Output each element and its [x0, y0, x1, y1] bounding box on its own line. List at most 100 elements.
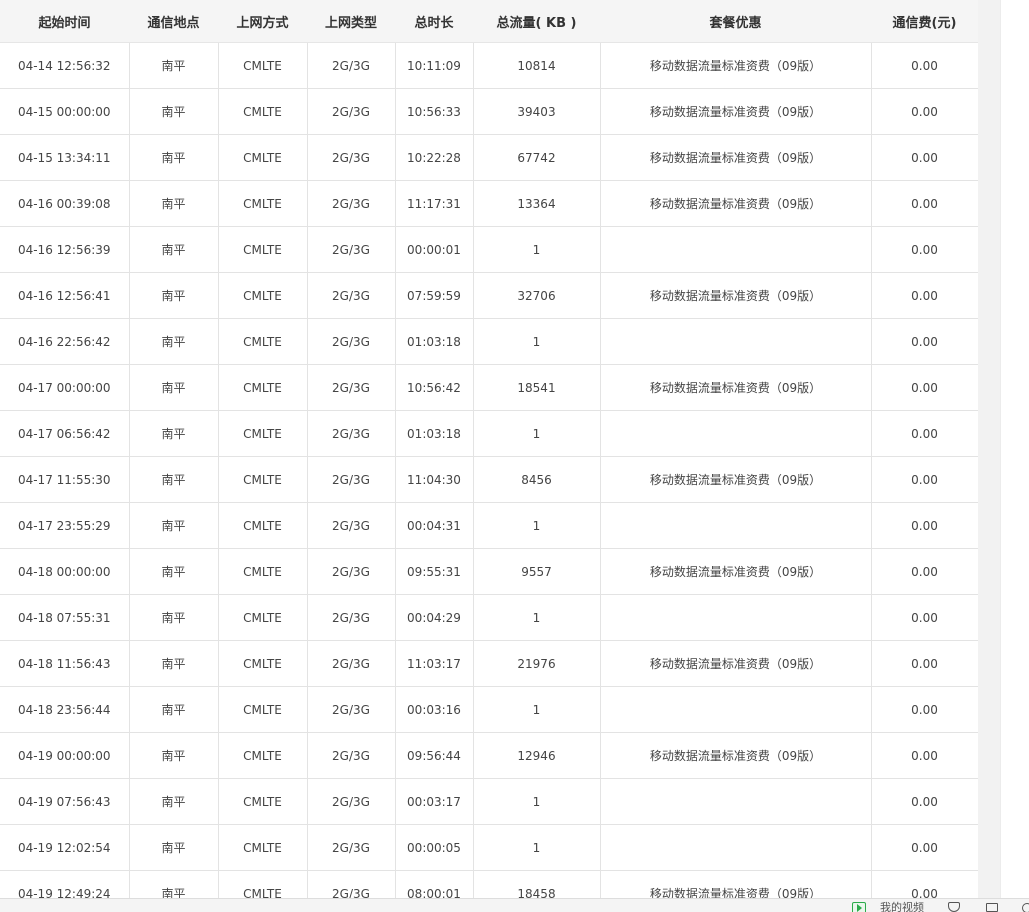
- cell-location: 南平: [128, 502, 218, 549]
- cell-total-traffic: 1: [472, 410, 600, 457]
- cell-network-type: 2G/3G: [306, 502, 395, 549]
- cell-duration: 00:04:29: [394, 594, 473, 641]
- cell-total-traffic: 18541: [472, 364, 600, 411]
- cell-total-traffic: 21976: [472, 640, 600, 687]
- cell-total-traffic: 1: [472, 686, 600, 733]
- cell-total-traffic: 1: [472, 778, 600, 825]
- cell-location: 南平: [128, 870, 218, 898]
- cell-package: [599, 226, 871, 273]
- cell-duration: 10:11:09: [394, 42, 473, 89]
- cell-package: 移动数据流量标准资费（09版）: [599, 180, 871, 227]
- cell-fee: 0.00: [870, 410, 978, 457]
- cell-location: 南平: [128, 456, 218, 503]
- cell-package: [599, 594, 871, 641]
- cell-package: [599, 502, 871, 549]
- table-row: 04-18 00:00:00 南平 CMLTE 2G/3G 09:55:31 9557 移动…: [0, 548, 978, 595]
- cell-package: 移动数据流量标准资费（09版）: [599, 870, 871, 898]
- side-gutter: [978, 0, 1000, 898]
- cell-location: 南平: [128, 778, 218, 825]
- my-videos-label[interactable]: 我的视频: [880, 901, 924, 912]
- col-header-network-type: 上网类型: [307, 0, 395, 43]
- cell-duration: 01:03:18: [394, 410, 473, 457]
- cell-fee: 0.00: [870, 548, 978, 595]
- cell-location: 南平: [128, 226, 218, 273]
- cell-access-mode: CMLTE: [217, 456, 307, 503]
- cell-access-mode: CMLTE: [217, 778, 307, 825]
- cell-location: 南平: [128, 42, 218, 89]
- cell-start-time: 04-17 00:00:00: [0, 364, 129, 411]
- cell-duration: 00:03:16: [394, 686, 473, 733]
- cell-network-type: 2G/3G: [306, 640, 395, 687]
- cell-location: 南平: [128, 594, 218, 641]
- cell-fee: 0.00: [870, 778, 978, 825]
- cell-start-time: 04-15 13:34:11: [0, 134, 129, 181]
- cell-fee: 0.00: [870, 88, 978, 135]
- cell-location: 南平: [128, 364, 218, 411]
- cell-duration: 11:04:30: [394, 456, 473, 503]
- cell-start-time: 04-18 11:56:43: [0, 640, 129, 687]
- cell-network-type: 2G/3G: [306, 594, 395, 641]
- cell-network-type: 2G/3G: [306, 824, 395, 871]
- cell-access-mode: CMLTE: [217, 502, 307, 549]
- cell-start-time: 04-18 00:00:00: [0, 548, 129, 595]
- cell-total-traffic: 1: [472, 594, 600, 641]
- cell-start-time: 04-19 12:02:54: [0, 824, 129, 871]
- page-scrollbar[interactable]: [1000, 0, 1029, 898]
- cell-network-type: 2G/3G: [306, 134, 395, 181]
- cell-access-mode: CMLTE: [217, 824, 307, 871]
- cell-fee: 0.00: [870, 180, 978, 227]
- table-row: 04-17 23:55:29 南平 CMLTE 2G/3G 00:04:31 1 0.00: [0, 502, 978, 549]
- cell-duration: 09:55:31: [394, 548, 473, 595]
- cell-network-type: 2G/3G: [306, 180, 395, 227]
- cell-start-time: 04-16 22:56:42: [0, 318, 129, 365]
- cell-fee: 0.00: [870, 502, 978, 549]
- cell-network-type: 2G/3G: [306, 778, 395, 825]
- cell-package: 移动数据流量标准资费（09版）: [599, 88, 871, 135]
- cell-network-type: 2G/3G: [306, 732, 395, 779]
- cell-start-time: 04-18 07:55:31: [0, 594, 129, 641]
- cell-total-traffic: 9557: [472, 548, 600, 595]
- cell-duration: 11:03:17: [394, 640, 473, 687]
- cell-duration: 08:00:01: [394, 870, 473, 898]
- cell-package: 移动数据流量标准资费（09版）: [599, 640, 871, 687]
- table-row: 04-15 00:00:00 南平 CMLTE 2G/3G 10:56:33 39403 移…: [0, 88, 978, 135]
- table-row: 04-16 12:56:41 南平 CMLTE 2G/3G 07:59:59 32706 移…: [0, 272, 978, 319]
- cell-fee: 0.00: [870, 870, 978, 898]
- table-row: 04-17 00:00:00 南平 CMLTE 2G/3G 10:56:42 18541 移…: [0, 364, 978, 411]
- cell-package: [599, 824, 871, 871]
- cell-start-time: 04-19 12:49:24: [0, 870, 129, 898]
- col-header-access-mode: 上网方式: [218, 0, 307, 43]
- table-row: 04-15 13:34:11 南平 CMLTE 2G/3G 10:22:28 67742 移…: [0, 134, 978, 181]
- cell-access-mode: CMLTE: [217, 134, 307, 181]
- cell-access-mode: CMLTE: [217, 640, 307, 687]
- cell-fee: 0.00: [870, 456, 978, 503]
- cell-network-type: 2G/3G: [306, 42, 395, 89]
- cell-location: 南平: [128, 410, 218, 457]
- cell-total-traffic: 8456: [472, 456, 600, 503]
- table-row: 04-19 00:00:00 南平 CMLTE 2G/3G 09:56:44 12946 移…: [0, 732, 978, 779]
- cell-access-mode: CMLTE: [217, 732, 307, 779]
- cell-access-mode: CMLTE: [217, 318, 307, 365]
- col-header-location: 通信地点: [129, 0, 218, 43]
- cell-network-type: 2G/3G: [306, 410, 395, 457]
- cell-network-type: 2G/3G: [306, 88, 395, 135]
- cell-network-type: 2G/3G: [306, 686, 395, 733]
- bill-table-container: 起始时间 通信地点 上网方式 上网类型 总时长 总流量( KB ) 套餐优惠 通…: [0, 0, 978, 898]
- cell-total-traffic: 1: [472, 824, 600, 871]
- cell-package: 移动数据流量标准资费（09版）: [599, 732, 871, 779]
- cell-location: 南平: [128, 318, 218, 365]
- cell-start-time: 04-15 00:00:00: [0, 88, 129, 135]
- cell-total-traffic: 12946: [472, 732, 600, 779]
- cell-total-traffic: 10814: [472, 42, 600, 89]
- browser-status-bar: 我的视频: [0, 898, 1029, 912]
- cell-network-type: 2G/3G: [306, 456, 395, 503]
- cell-location: 南平: [128, 548, 218, 595]
- cell-location: 南平: [128, 640, 218, 687]
- cell-location: 南平: [128, 824, 218, 871]
- cell-package: [599, 318, 871, 365]
- table-row: 04-18 23:56:44 南平 CMLTE 2G/3G 00:03:16 1 0.00: [0, 686, 978, 733]
- cell-fee: 0.00: [870, 318, 978, 365]
- cell-fee: 0.00: [870, 272, 978, 319]
- col-header-duration: 总时长: [395, 0, 473, 43]
- cell-location: 南平: [128, 134, 218, 181]
